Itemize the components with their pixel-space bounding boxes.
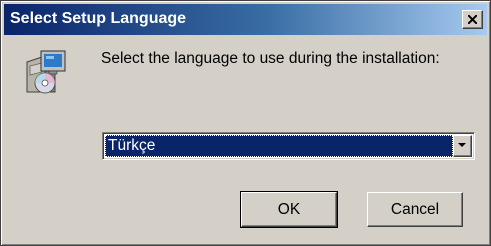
ok-button[interactable]: OK	[240, 191, 338, 228]
close-button[interactable]	[462, 10, 483, 29]
cancel-button[interactable]: Cancel	[367, 192, 463, 227]
chevron-down-icon[interactable]	[453, 135, 472, 157]
language-select[interactable]: Türkçe	[102, 132, 475, 160]
setup-language-dialog: Select Setup Language Select the languag…	[0, 0, 491, 246]
setup-computer-cd-icon	[26, 50, 66, 94]
close-x-icon	[468, 15, 477, 24]
instruction-label: Select the language to use during the in…	[101, 50, 440, 67]
language-select-value[interactable]: Türkçe	[105, 135, 453, 157]
window-title: Select Setup Language	[10, 10, 187, 27]
title-bar: Select Setup Language	[4, 4, 487, 35]
